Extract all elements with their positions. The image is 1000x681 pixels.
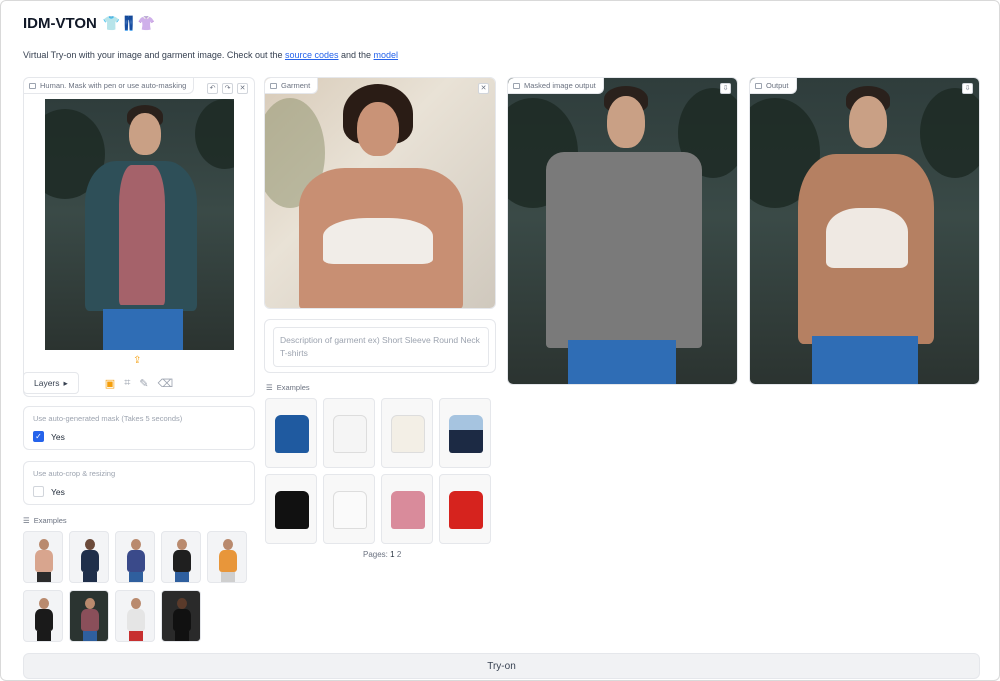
output-photo: [750, 78, 979, 384]
image-icon: [513, 82, 520, 89]
caret-right-icon: ▸: [63, 377, 68, 388]
output-panel: Output ⇩: [749, 77, 980, 385]
garment-image-panel[interactable]: Garment ✕: [264, 77, 496, 309]
auto-mask-panel: Use auto-generated mask (Takes 5 seconds…: [23, 406, 255, 450]
garment-controls: ✕: [478, 83, 489, 94]
human-example-9[interactable]: [161, 590, 201, 642]
page-2-link[interactable]: 2: [397, 550, 401, 559]
garment-description-panel: Description of garment ex) Short Sleeve …: [264, 319, 496, 373]
auto-mask-title: Use auto-generated mask (Takes 5 seconds…: [33, 414, 183, 423]
human-example-3[interactable]: [115, 531, 155, 583]
plant-shape: [195, 99, 234, 169]
garment-photo: [265, 78, 495, 308]
output-panel-label: Output: [750, 78, 797, 94]
human-photo[interactable]: [45, 99, 234, 350]
garment-example-8[interactable]: [439, 474, 491, 544]
output-controls: ⇩: [962, 83, 973, 94]
page-title: IDM-VTON 👕👖👚: [23, 15, 155, 32]
brush-icon[interactable]: ✎: [139, 377, 148, 390]
download-icon[interactable]: ⇩: [962, 83, 973, 94]
garment-example-2[interactable]: [323, 398, 375, 468]
app-frame: IDM-VTON 👕👖👚 Virtual Try-on with your im…: [0, 0, 1000, 681]
editor-controls: ↶ ↷ ✕: [207, 83, 248, 94]
human-example-8[interactable]: [115, 590, 155, 642]
human-example-7[interactable]: [69, 590, 109, 642]
masked-controls: ⇩: [720, 83, 731, 94]
garment-example-6[interactable]: [323, 474, 375, 544]
human-example-6[interactable]: [23, 590, 63, 642]
human-example-5[interactable]: [207, 531, 247, 583]
auto-crop-title: Use auto-crop & resizing: [33, 469, 116, 478]
eraser-icon[interactable]: ⌫: [158, 377, 174, 390]
layers-button[interactable]: Layers ▸: [23, 372, 79, 394]
auto-mask-option[interactable]: ✓ Yes: [33, 431, 65, 442]
masked-panel-label: Masked image output: [508, 78, 604, 94]
garment-example-1[interactable]: [265, 398, 317, 468]
model-link[interactable]: model: [374, 50, 399, 60]
auto-mask-checkbox[interactable]: ✓: [33, 431, 44, 442]
subtitle-mid: and the: [338, 50, 374, 60]
human-panel-label: Human. Mask with pen or use auto-masking: [24, 78, 195, 94]
human-example-1[interactable]: [23, 531, 63, 583]
download-icon[interactable]: ⇩: [720, 83, 731, 94]
clothing-emojis: 👕👖👚: [102, 15, 156, 31]
crop-icon[interactable]: ⌗: [124, 377, 130, 390]
list-icon: ☰: [266, 383, 273, 392]
masked-output-panel: Masked image output ⇩: [507, 77, 738, 385]
head-shape: [129, 113, 161, 155]
auto-crop-option[interactable]: Yes: [33, 486, 65, 497]
try-on-button[interactable]: Try-on: [23, 653, 980, 679]
image-icon: [755, 82, 762, 89]
jeans-shape: [812, 336, 918, 384]
source-codes-link[interactable]: source codes: [285, 50, 339, 60]
head-shape: [849, 96, 887, 148]
subtitle-prefix: Virtual Try-on with your image and garme…: [23, 50, 285, 60]
jeans-shape: [103, 309, 183, 350]
close-icon[interactable]: ✕: [237, 83, 248, 94]
auto-crop-checkbox[interactable]: [33, 486, 44, 497]
subtitle: Virtual Try-on with your image and garme…: [23, 50, 398, 60]
jeans-shape: [568, 340, 676, 384]
image-icon: [270, 82, 277, 89]
head-shape: [607, 96, 645, 148]
garment-example-5[interactable]: [265, 474, 317, 544]
auto-crop-panel: Use auto-crop & resizing Yes: [23, 461, 255, 505]
pagination: Pages: 1 2: [363, 550, 402, 559]
garment-description-input[interactable]: Description of garment ex) Short Sleeve …: [273, 327, 489, 367]
masked-photo: [508, 78, 737, 384]
plant-shape: [920, 88, 979, 178]
human-examples-header: ☰ Examples: [23, 516, 67, 525]
close-icon[interactable]: ✕: [478, 83, 489, 94]
human-image-editor[interactable]: Human. Mask with pen or use auto-masking…: [23, 77, 255, 397]
garment-example-3[interactable]: [381, 398, 433, 468]
garment-panel-label: Garment: [265, 78, 319, 94]
redo-icon[interactable]: ↷: [222, 83, 233, 94]
upload-icon[interactable]: ⇪: [133, 355, 141, 366]
human-example-2[interactable]: [69, 531, 109, 583]
head-shape: [357, 102, 399, 156]
garment-example-7[interactable]: [381, 474, 433, 544]
undo-icon[interactable]: ↶: [207, 83, 218, 94]
page-1-link[interactable]: 1: [390, 550, 394, 559]
gray-mask-region: [546, 152, 702, 348]
app-title: IDM-VTON: [23, 15, 97, 32]
bralette-shape: [323, 218, 433, 264]
tool-icons: ▣ ⌗ ✎ ⌫: [105, 377, 173, 390]
image-icon: [29, 82, 36, 89]
list-icon: ☰: [23, 516, 30, 525]
tshirt-shape: [119, 165, 165, 305]
editor-toolbar: Layers ▸ ▣ ⌗ ✎ ⌫: [23, 370, 255, 396]
bralette-shape: [826, 208, 908, 268]
human-example-4[interactable]: [161, 531, 201, 583]
garment-example-4[interactable]: [439, 398, 491, 468]
image-tool-icon[interactable]: ▣: [105, 377, 115, 390]
garment-examples-header: ☰ Examples: [266, 383, 310, 392]
